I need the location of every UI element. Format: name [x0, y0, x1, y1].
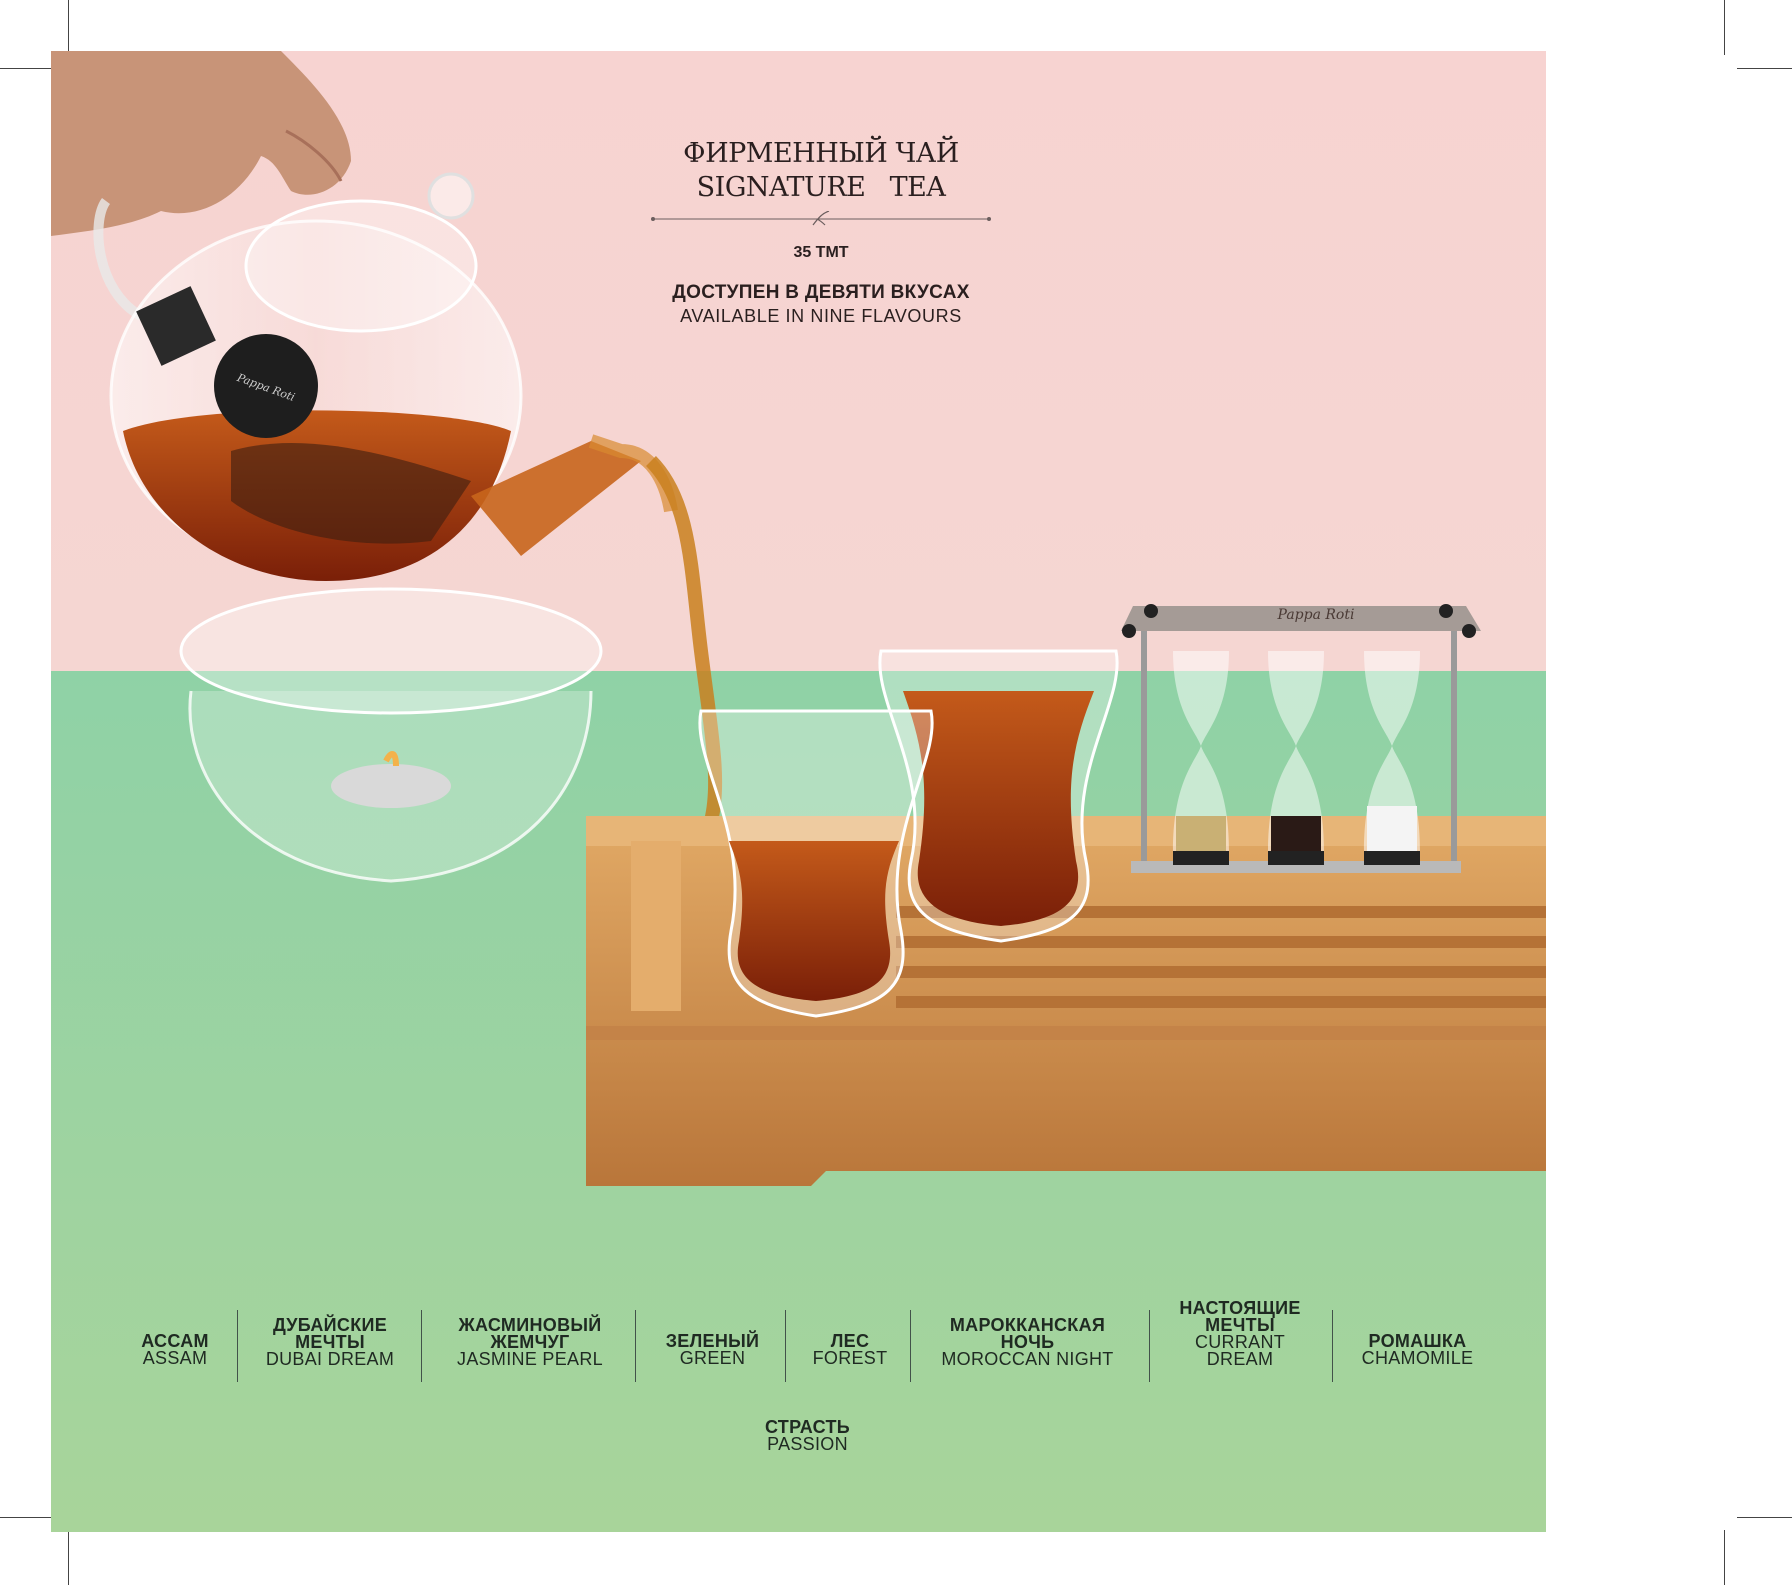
flavour-item: ЖАСМИНОВЫЙ ЖЕМЧУГ JASMINE PEARL — [440, 1315, 620, 1369]
teapot-warmer — [179, 587, 603, 883]
flavour-name-en: CHAMOMILE — [1361, 1348, 1474, 1368]
flavour-item: НАСТОЯЩИЕ МЕЧТЫ CURRANT DREAM — [1165, 1298, 1315, 1369]
flavour-name-en: ASSAM — [142, 1348, 208, 1368]
flavour-item: АССАМ ASSAM — [125, 1332, 225, 1368]
hourglass-brand-logo: Pappa Roti — [1277, 607, 1355, 623]
title-block: ФИРМЕННЫЙ ЧАЙ SIGNATURE TEA 35 ТМТ ДОСТУ… — [631, 137, 1011, 327]
flavour-item: ДУБАЙСКИЕ МЕЧТЫ DUBAI DREAM — [255, 1315, 405, 1369]
teapot — [93, 172, 678, 581]
flavour-name-en: FOREST — [812, 1348, 888, 1368]
ornament-divider — [651, 210, 991, 226]
crop-mark — [1724, 0, 1725, 55]
flavour-name-ru: ДУБАЙСКИЕ МЕЧТЫ — [272, 1315, 388, 1352]
crop-mark — [68, 0, 69, 55]
flavour-item: ЗЕЛЕНЫЙ GREEN — [655, 1332, 770, 1368]
flavour-name-en: DUBAI DREAM — [265, 1349, 395, 1369]
crop-mark — [1724, 1530, 1725, 1585]
flavour-name-en: PASSION — [767, 1434, 848, 1454]
flavour-name-en: GREEN — [679, 1348, 746, 1368]
title-ru: ФИРМЕННЫЙ ЧАЙ — [683, 138, 959, 169]
menu-page: Pappa Roti Pappa Roti ФИРМЕННЫЙ ЧАЙ SIGN… — [51, 51, 1546, 1532]
flavour-name-en: CURRANT DREAM — [1194, 1332, 1286, 1369]
flavour-separator — [785, 1310, 786, 1382]
flavour-item: МАРОККАНСКАЯ НОЧЬ MOROCCAN NIGHT — [925, 1315, 1130, 1369]
flavour-name-ru: НАСТОЯЩИЕ МЕЧТЫ — [1179, 1298, 1301, 1335]
crop-mark — [1737, 1517, 1792, 1518]
flavour-item: ЛЕС FOREST — [800, 1332, 900, 1368]
flavour-name-en: JASMINE PEARL — [457, 1349, 603, 1369]
flavour-separator — [237, 1310, 238, 1382]
flavour-item: СТРАСТЬ PASSION — [745, 1418, 870, 1454]
crop-mark — [68, 1530, 69, 1585]
flavour-name-ru: ЖАСМИНОВЫЙ ЖЕМЧУГ — [458, 1315, 602, 1352]
flavour-name-ru: МАРОККАНСКАЯ НОЧЬ — [949, 1315, 1106, 1352]
crop-mark — [0, 68, 55, 69]
crop-mark — [0, 1517, 55, 1518]
flavour-name-en: MOROCCAN NIGHT — [941, 1349, 1114, 1369]
title-en: SIGNATURE TEA — [696, 172, 946, 203]
tea-glass-front — [698, 709, 934, 1018]
flavour-separator — [635, 1310, 636, 1382]
flavour-separator — [1332, 1310, 1333, 1382]
crop-mark — [1737, 68, 1792, 69]
price: 35 ТМТ — [793, 244, 849, 261]
flavour-separator — [910, 1310, 911, 1382]
flavour-separator — [1149, 1310, 1150, 1382]
availability-en: AVAILABLE IN NINE FLAVOURS — [680, 306, 962, 326]
flavour-separator — [421, 1310, 422, 1382]
availability-ru: ДОСТУПЕН В ДЕВЯТИ ВКУСАХ — [672, 282, 970, 303]
flavour-item: РОМАШКА CHAMOMILE — [1345, 1332, 1490, 1368]
